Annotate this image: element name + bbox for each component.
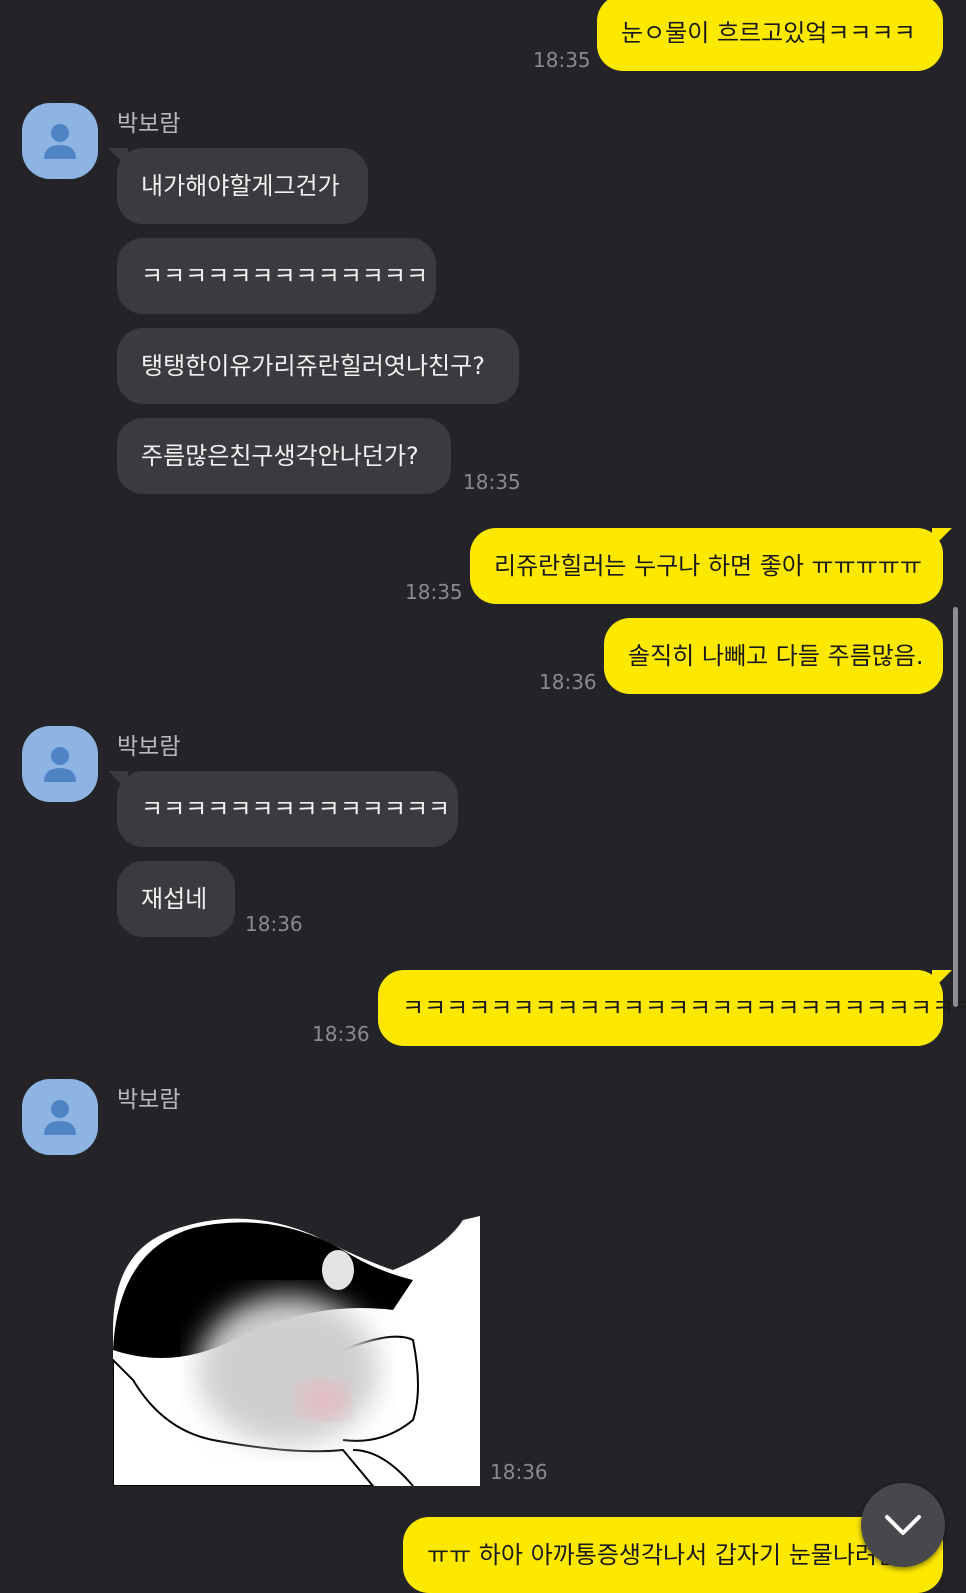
incoming-message[interactable]: ㅋㅋㅋㅋㅋㅋㅋㅋㅋㅋㅋㅋㅋㅋ <box>108 771 458 847</box>
bubble-tail <box>108 771 128 791</box>
outgoing-message[interactable]: 눈ㅇ물이 흐르고있엌ㅋㅋㅋㅋ <box>597 0 943 71</box>
sender-name: 박보람 <box>117 734 181 760</box>
incoming-message[interactable]: 탱탱한이유가리쥬란힐러엿나친구? <box>117 328 519 404</box>
avatar[interactable] <box>22 1079 98 1155</box>
person-icon <box>44 1100 76 1135</box>
message-time: 18:35 <box>533 48 591 72</box>
bubble-tail <box>932 528 952 548</box>
incoming-message[interactable]: ㅋㅋㅋㅋㅋㅋㅋㅋㅋㅋㅋㅋㅋ <box>117 238 436 314</box>
person-icon <box>44 747 76 782</box>
message-time: 18:36 <box>490 1460 548 1484</box>
message-time: 18:36 <box>245 912 303 936</box>
message-time: 18:36 <box>312 1022 370 1046</box>
incoming-message[interactable]: 주름많은친구생각안나던가? <box>117 418 451 494</box>
message-time: 18:36 <box>539 670 597 694</box>
scroll-to-bottom-button[interactable] <box>861 1483 945 1567</box>
scrollbar[interactable] <box>953 607 958 1007</box>
bubble-tail <box>108 148 128 168</box>
message-text: ㅋㅋㅋㅋㅋㅋㅋㅋㅋㅋㅋㅋㅋㅋㅋㅋㅋㅋㅋㅋㅋㅋㅋㅋㅋㅋㅋ <box>402 994 966 1022</box>
outgoing-message[interactable]: 리쥬란힐러는 누구나 하면 좋아 ㅠㅠㅠㅠㅠ <box>470 528 952 604</box>
outgoing-message[interactable]: ㅋㅋㅋㅋㅋㅋㅋㅋㅋㅋㅋㅋㅋㅋㅋㅋㅋㅋㅋㅋㅋㅋㅋㅋㅋㅋㅋ <box>378 970 966 1046</box>
sender-name: 박보람 <box>117 111 181 137</box>
emoticon-sticker[interactable] <box>113 1150 480 1486</box>
bubble-tail <box>932 970 952 990</box>
sender-name: 박보람 <box>117 1087 181 1113</box>
avatar[interactable] <box>22 726 98 802</box>
message-time: 18:35 <box>405 580 463 604</box>
chevron-down-icon <box>885 1515 921 1535</box>
outgoing-message[interactable]: 솔직히 나빼고 다들 주름많음. <box>604 618 943 694</box>
incoming-message[interactable]: 내가해야할게그건가 <box>108 148 368 224</box>
avatar[interactable] <box>22 103 98 179</box>
person-icon <box>44 124 76 159</box>
message-text: 내가해야할게그건가 <box>141 172 340 200</box>
incoming-message[interactable]: 재섭네 <box>117 861 235 937</box>
message-text: ㅋㅋㅋㅋㅋㅋㅋㅋㅋㅋㅋㅋㅋㅋ <box>141 795 451 823</box>
message-time: 18:35 <box>463 470 521 494</box>
message-text: 리쥬란힐러는 누구나 하면 좋아 ㅠㅠㅠㅠㅠ <box>494 552 922 580</box>
